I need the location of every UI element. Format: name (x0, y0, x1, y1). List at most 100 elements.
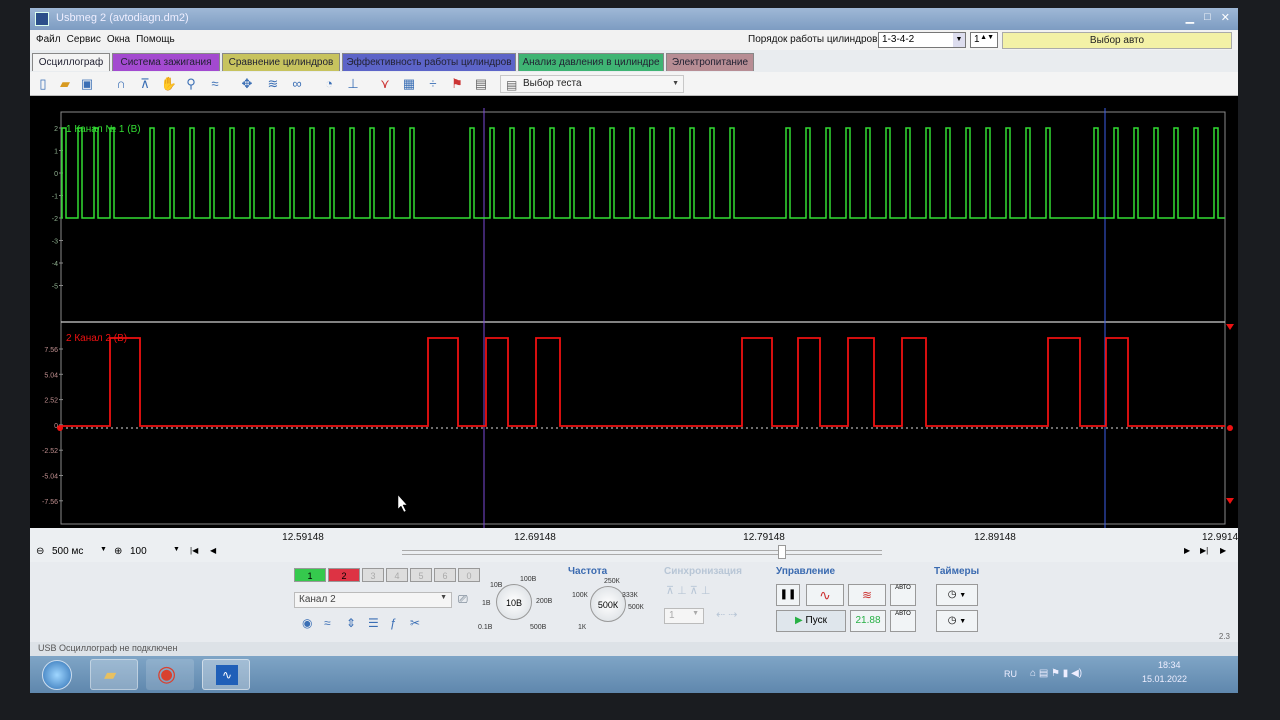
document-icon[interactable]: ▤ (472, 75, 490, 93)
signal-icon[interactable]: ≈ (324, 616, 331, 630)
clock-date[interactable]: 15.01.2022 (1142, 674, 1187, 684)
auto-button-bottom[interactable]: АВТО (890, 610, 916, 632)
voltage-knob[interactable]: 10В (496, 584, 532, 620)
chevron-down-icon[interactable]: ▼ (100, 546, 107, 553)
chevron-down-icon: ▼ (959, 592, 967, 599)
timer-2-button[interactable]: ◷ ▼ (936, 610, 978, 632)
play-scroll-icon[interactable]: ▶ (1220, 546, 1226, 555)
channel-button-2[interactable]: 2 (328, 568, 360, 582)
tab-pressure-analysis[interactable]: Анализ давления в цилиндре (518, 53, 664, 71)
oscilloscope-app-icon: ∿ (216, 665, 238, 685)
sync-select[interactable]: 1 ▼ (664, 608, 704, 624)
zoom-icon[interactable]: ⚲ (182, 75, 200, 93)
channel-button-3[interactable]: 3 (362, 568, 384, 582)
tray-icons[interactable]: ⌂ ▤ ⚑ ▮ ◀) (1030, 668, 1082, 679)
voltage-label: 0.1В (478, 624, 493, 631)
hand-icon[interactable]: ✋ (160, 75, 178, 93)
waves-icon[interactable]: ≋ (264, 75, 282, 93)
axis-tick-label: 1 (54, 149, 58, 156)
zoom-value[interactable]: 100 (130, 546, 147, 557)
stopwatch-icon: ◷ (947, 589, 957, 600)
grid-icon[interactable]: ▦ (400, 75, 418, 93)
language-indicator[interactable]: RU (1004, 669, 1017, 679)
tab-power-supply[interactable]: Электропитание (666, 53, 754, 71)
menu-windows[interactable]: Окна (104, 30, 133, 49)
new-file-icon[interactable]: ▯ (34, 75, 52, 93)
sync-arrows-icon[interactable]: ⇠ ⇢ (716, 608, 738, 621)
taskbar-explorer[interactable]: ▰ (90, 659, 138, 690)
overlay-icon[interactable]: ∞ (288, 75, 306, 93)
zero-marker-right[interactable] (1227, 425, 1233, 431)
zoom-in-icon[interactable]: ⊕ (114, 546, 122, 557)
maximize-icon[interactable]: □ (1204, 11, 1211, 24)
zero-marker-left[interactable] (57, 425, 63, 431)
window-title: Usbmeg 2 (avtodiagn.dm2) (56, 12, 189, 24)
close-icon[interactable]: ✕ (1221, 11, 1230, 24)
open-folder-icon[interactable]: ▰ (56, 75, 74, 93)
axis-tick-label: -2.52 (42, 448, 58, 455)
save-icon[interactable]: ▣ (78, 75, 96, 93)
tab-ignition[interactable]: Система зажигания (112, 53, 220, 71)
tools-icon[interactable]: ✂ (410, 616, 420, 630)
select-auto-button[interactable]: Выбор авто (1002, 32, 1232, 49)
gauge-icon[interactable]: ◔ (320, 75, 338, 93)
cross-cursor-icon[interactable]: ✥ (238, 75, 256, 93)
wave-icon[interactable]: ≈ (206, 75, 224, 93)
list-icon[interactable]: ☰ (368, 616, 379, 630)
channel-button-5[interactable]: 5 (410, 568, 432, 582)
auto-button-top[interactable]: АВТО (890, 584, 916, 606)
scroll-thumb[interactable] (778, 545, 786, 559)
clock-time[interactable]: 18:34 (1158, 660, 1181, 670)
pause-button[interactable]: ❚❚ (776, 584, 800, 606)
next-icon[interactable]: ▶ (1184, 546, 1190, 555)
chevron-down-icon[interactable]: ▼ (173, 546, 180, 553)
menu-file[interactable]: Файл (30, 30, 64, 49)
taskbar-oscilloscope-app[interactable]: ∿ (202, 659, 250, 690)
oscilloscope-display[interactable]: 210-1-2-3-4-5 7.565.042.520-2.52-5.04-7.… (30, 96, 1238, 544)
start-orb-icon[interactable] (42, 660, 72, 690)
offset-icon[interactable]: ⊥ (344, 75, 362, 93)
scroll-bar-row: ⊖ 500 мс ▼ ⊕ 100 ▼ |◀ ◀ ▶ ▶| ▶ (30, 544, 1238, 562)
frequency-label: 250К (604, 578, 620, 585)
channel-select[interactable]: Канал 2 ▼ (294, 592, 452, 608)
channel-button-4[interactable]: 4 (386, 568, 408, 582)
tab-cylinder-compare[interactable]: Сравнение цилиндров (222, 53, 340, 71)
menu-service[interactable]: Сервис (64, 30, 104, 49)
prev-icon[interactable]: ◀ (210, 546, 216, 555)
sine-wave-button[interactable]: ∿ (806, 584, 844, 606)
cylinder-spinner[interactable]: 1 ▲▼ (970, 32, 998, 48)
marker-icon[interactable]: ⚑ (448, 75, 466, 93)
filter-icon[interactable]: ⋎ (376, 75, 394, 93)
go-end-icon[interactable]: ▶| (1200, 546, 1208, 555)
vertical-move-icon[interactable]: ⇕ (346, 616, 356, 630)
sync-mode-icons[interactable]: ⊼ ⊥ ⊼ ⊥ (666, 584, 710, 597)
spin-arrows-icon: ▲▼ (980, 34, 994, 41)
monitor-icon[interactable]: ⎚ (458, 592, 468, 607)
test-select[interactable]: ▤ Выбор теста ▼ (500, 75, 684, 93)
minimize-icon[interactable]: ▁ (1186, 11, 1194, 24)
menu-help[interactable]: Помощь (133, 30, 178, 49)
channel-button-0[interactable]: 0 (458, 568, 480, 582)
firing-order-select[interactable]: 1-3-4-2 ▼ (878, 32, 966, 48)
timebase-value[interactable]: 500 мс (52, 546, 83, 557)
frequency-knob[interactable]: 500К (590, 586, 626, 622)
scroll-track[interactable] (402, 550, 882, 555)
frequency-label: 1К (578, 624, 586, 631)
timer-1-button[interactable]: ◷ ▼ (936, 584, 978, 606)
headphones-icon[interactable]: ∩ (112, 75, 130, 93)
zoom-out-icon[interactable]: ⊖ (36, 546, 44, 557)
time-label: 12.69148 (514, 532, 556, 543)
timers-title: Таймеры (934, 566, 980, 577)
channel-button-6[interactable]: 6 (434, 568, 456, 582)
divide-icon[interactable]: ÷ (424, 75, 442, 93)
formula-icon[interactable]: ƒ (390, 616, 397, 630)
tab-oscilloscope[interactable]: Осциллограф (32, 53, 110, 71)
noise-wave-button[interactable]: ≋ (848, 584, 886, 606)
taskbar-chrome[interactable]: ◉ (146, 659, 194, 690)
go-start-icon[interactable]: |◀ (190, 546, 198, 555)
tab-cylinder-efficiency[interactable]: Эффективность работы цилиндров (342, 53, 516, 71)
channel-button-1[interactable]: 1 (294, 568, 326, 582)
eye-icon[interactable]: ◉ (302, 616, 312, 630)
measure-icon[interactable]: ⊼ (136, 75, 154, 93)
start-button[interactable]: ▶ Пуск (776, 610, 846, 632)
